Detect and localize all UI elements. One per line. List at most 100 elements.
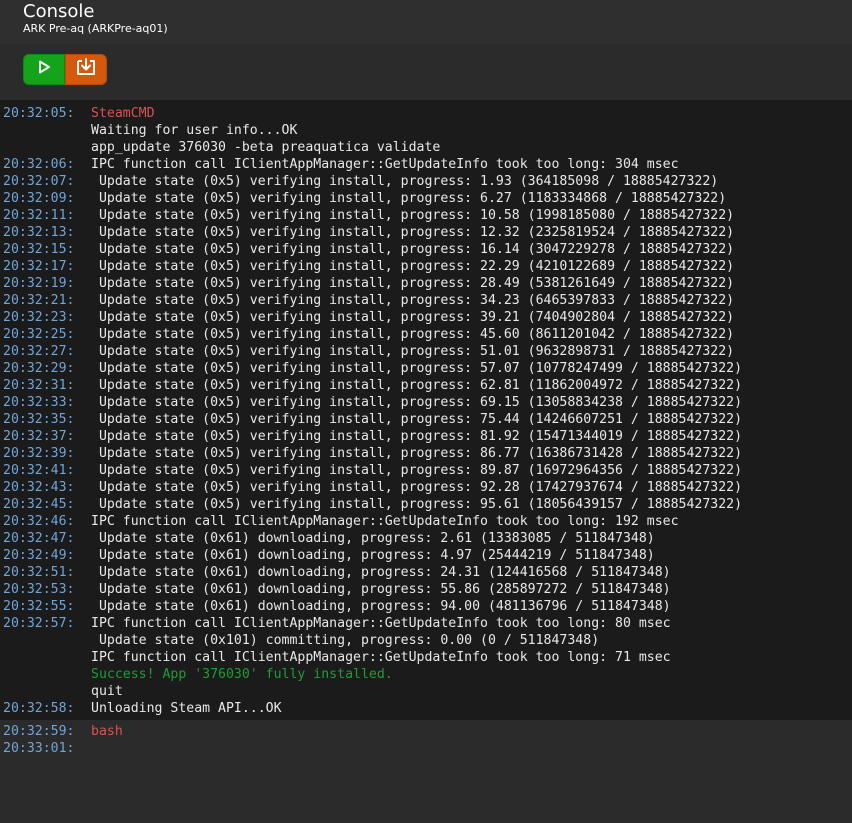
log-message: Success! App '376030' fully installed. [91, 667, 393, 682]
log-message: SteamCMD [91, 106, 155, 121]
toolbar [0, 44, 852, 100]
log-timestamp: 20:32:21: [3, 293, 75, 308]
log-line: 20:32:49: Update state (0x61) downloadin… [0, 547, 852, 564]
log-timestamp: 20:32:09: [3, 191, 75, 206]
log-message: Update state (0x5) verifying install, pr… [91, 344, 735, 359]
log-message: Update state (0x5) verifying install, pr… [91, 276, 735, 291]
log-timestamp [0, 649, 91, 666]
log-message: Update state (0x5) verifying install, pr… [91, 395, 743, 410]
log-timestamp: 20:32:25: [3, 327, 75, 342]
log-message: IPC function call IClientAppManager::Get… [91, 157, 679, 172]
log-timestamp: 20:32:57: [3, 616, 75, 631]
log-message: Update state (0x5) verifying install, pr… [91, 174, 719, 189]
log-line: 20:33:01: [0, 740, 852, 757]
log-timestamp: 20:32:47: [3, 531, 75, 546]
start-button[interactable] [23, 54, 65, 85]
log-timestamp: 20:32:59: [3, 724, 75, 739]
log-timestamp: 20:32:39: [3, 446, 75, 461]
log-message: IPC function call IClientAppManager::Get… [91, 650, 671, 665]
log-line: 20:32:55: Update state (0x61) downloadin… [0, 598, 852, 615]
log-message: Update state (0x61) downloading, progres… [91, 599, 671, 614]
log-message: quit [91, 684, 123, 699]
log-message: Update state (0x5) verifying install, pr… [91, 378, 743, 393]
log-timestamp: 20:32:58: [3, 701, 75, 716]
log-line: Waiting for user info...OK [0, 122, 852, 139]
log-line: 20:32:19: Update state (0x5) verifying i… [0, 275, 852, 292]
log-timestamp: 20:32:33: [3, 395, 75, 410]
log-timestamp [0, 122, 91, 139]
log-line: IPC function call IClientAppManager::Get… [0, 649, 852, 666]
log-line: Success! App '376030' fully installed. [0, 666, 852, 683]
log-line: 20:32:25: Update state (0x5) verifying i… [0, 326, 852, 343]
log-timestamp: 20:32:29: [3, 361, 75, 376]
update-button[interactable] [65, 54, 107, 85]
log-line: 20:32:57: IPC function call IClientAppMan… [0, 615, 852, 632]
log-timestamp: 20:32:07: [3, 174, 75, 189]
log-line: 20:32:15: Update state (0x5) verifying i… [0, 241, 852, 258]
log-timestamp: 20:32:05: [3, 106, 75, 121]
log-line: 20:32:51: Update state (0x61) downloadin… [0, 564, 852, 581]
log-line: Update state (0x101) committing, progres… [0, 632, 852, 649]
log-timestamp: 20:32:37: [3, 429, 75, 444]
log-message: IPC function call IClientAppManager::Get… [91, 616, 671, 631]
log-line: 20:32:07: Update state (0x5) verifying i… [0, 173, 852, 190]
log-message: Update state (0x5) verifying install, pr… [91, 310, 735, 325]
log-message: Waiting for user info...OK [91, 123, 298, 138]
log-line: 20:32:05: SteamCMD [0, 105, 852, 122]
log-line: 20:32:21: Update state (0x5) verifying i… [0, 292, 852, 309]
log-message: Update state (0x5) verifying install, pr… [91, 463, 743, 478]
log-timestamp [0, 683, 91, 700]
log-line: 20:32:46: IPC function call IClientAppMan… [0, 513, 852, 530]
log-line: 20:32:13: Update state (0x5) verifying i… [0, 224, 852, 241]
log-timestamp: 20:32:53: [3, 582, 75, 597]
play-icon [37, 60, 51, 79]
log-line: 20:32:58: Unloading Steam API...OK [0, 700, 852, 717]
log-message: Update state (0x5) verifying install, pr… [91, 497, 743, 512]
log-timestamp: 20:32:31: [3, 378, 75, 393]
log-line: 20:32:17: Update state (0x5) verifying i… [0, 258, 852, 275]
log-message: Update state (0x5) verifying install, pr… [91, 429, 743, 444]
download-icon [76, 57, 96, 82]
log-message: bash [91, 724, 123, 739]
log-message: Update state (0x61) downloading, progres… [91, 582, 671, 597]
log-message: Unloading Steam API...OK [91, 701, 282, 716]
log-line: 20:32:39: Update state (0x5) verifying i… [0, 445, 852, 462]
log-line: 20:32:41: Update state (0x5) verifying i… [0, 462, 852, 479]
header: Console ARK Pre-aq (ARKPre-aq01) [0, 0, 852, 44]
console-output[interactable]: 20:32:05: SteamCMD Waiting for user info..… [0, 100, 852, 720]
log-timestamp: 20:32:19: [3, 276, 75, 291]
log-message: app_update 376030 -beta preaquatica vali… [91, 140, 441, 155]
log-line: 20:32:27: Update state (0x5) verifying i… [0, 343, 852, 360]
log-timestamp: 20:32:41: [3, 463, 75, 478]
log-message: Update state (0x101) committing, progres… [91, 633, 600, 648]
log-message: Update state (0x5) verifying install, pr… [91, 191, 727, 206]
log-timestamp: 20:32:43: [3, 480, 75, 495]
log-message: Update state (0x61) downloading, progres… [91, 565, 671, 580]
log-message: Update state (0x5) verifying install, pr… [91, 361, 743, 376]
log-line: 20:32:11: Update state (0x5) verifying i… [0, 207, 852, 224]
log-message: IPC function call IClientAppManager::Get… [91, 514, 679, 529]
log-line: 20:32:06: IPC function call IClientAppMan… [0, 156, 852, 173]
log-message: Update state (0x5) verifying install, pr… [91, 225, 735, 240]
log-line: 20:32:45: Update state (0x5) verifying i… [0, 496, 852, 513]
console-output-tail[interactable]: 20:32:59: bash 20:33:01: [0, 720, 852, 823]
log-line: 20:32:37: Update state (0x5) verifying i… [0, 428, 852, 445]
log-timestamp [0, 139, 91, 156]
page-subtitle: ARK Pre-aq (ARKPre-aq01) [23, 22, 168, 35]
log-timestamp: 20:32:11: [3, 208, 75, 223]
log-line: quit [0, 683, 852, 700]
log-timestamp: 20:32:06: [3, 157, 75, 172]
log-line: 20:32:09: Update state (0x5) verifying i… [0, 190, 852, 207]
log-line: 20:32:35: Update state (0x5) verifying i… [0, 411, 852, 428]
log-line: 20:32:43: Update state (0x5) verifying i… [0, 479, 852, 496]
log-line: 20:32:31: Update state (0x5) verifying i… [0, 377, 852, 394]
log-line: app_update 376030 -beta preaquatica vali… [0, 139, 852, 156]
log-message: Update state (0x5) verifying install, pr… [91, 259, 735, 274]
log-message: Update state (0x5) verifying install, pr… [91, 327, 735, 342]
log-timestamp: 20:32:55: [3, 599, 75, 614]
log-timestamp [0, 666, 91, 683]
log-message: Update state (0x5) verifying install, pr… [91, 446, 743, 461]
log-line: 20:32:23: Update state (0x5) verifying i… [0, 309, 852, 326]
log-message: Update state (0x5) verifying install, pr… [91, 242, 735, 257]
page-title: Console [23, 1, 95, 22]
